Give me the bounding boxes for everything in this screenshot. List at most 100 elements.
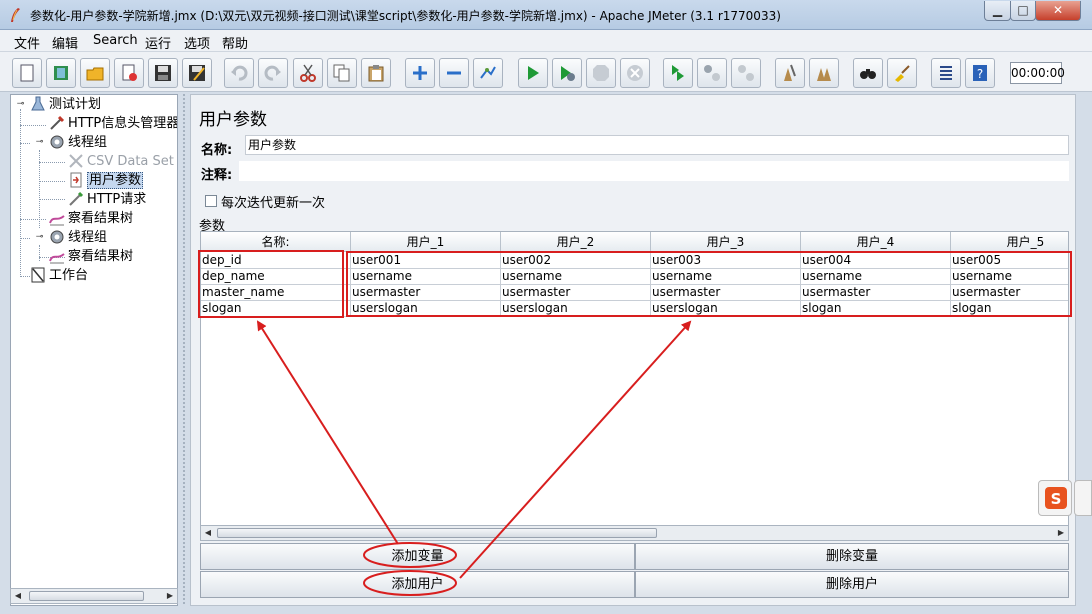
start-no-pause-button[interactable] — [552, 58, 582, 88]
scroll-left-arrow-icon[interactable]: ◀ — [201, 526, 215, 540]
table-cell[interactable]: username — [651, 269, 801, 285]
column-header-user-2[interactable]: 用户_2 — [501, 232, 651, 252]
clear-all-button[interactable] — [809, 58, 839, 88]
delete-variable-button[interactable]: 删除变量 — [635, 543, 1069, 570]
tree-toggle-thread-group-1[interactable]: ⊸ — [35, 138, 44, 148]
close-file-button[interactable] — [114, 58, 144, 88]
paste-button[interactable] — [361, 58, 391, 88]
delete-user-button[interactable]: 删除用户 — [635, 571, 1069, 598]
table-cell[interactable]: usermaster — [951, 285, 1068, 301]
redo-button[interactable] — [258, 58, 288, 88]
help-button[interactable]: ? — [965, 58, 995, 88]
table-cell[interactable]: slogan — [951, 301, 1068, 317]
table-horizontal-scrollbar[interactable]: ◀ ▶ — [200, 525, 1069, 541]
tree-toggle-test-plan[interactable]: ⊸ — [16, 100, 25, 110]
table-cell[interactable]: user001 — [351, 253, 501, 269]
svg-text:?: ? — [977, 67, 983, 81]
tree-node-result-tree-2[interactable]: 察看结果树 — [49, 248, 133, 266]
expand-all-button[interactable] — [405, 58, 435, 88]
tree-horizontal-scrollbar[interactable]: ◀ ▶ — [10, 588, 178, 604]
table-cell[interactable]: username — [351, 269, 501, 285]
shutdown-button[interactable] — [620, 58, 650, 88]
parameters-table[interactable]: 名称: 用户_1 用户_2 用户_3 用户_4 用户_5 dep_id user… — [200, 231, 1069, 541]
table-cell[interactable]: usermaster — [651, 285, 801, 301]
table-cell[interactable]: username — [501, 269, 651, 285]
toggle-button[interactable] — [473, 58, 503, 88]
tree-node-header-manager[interactable]: HTTP信息头管理器 — [49, 115, 177, 133]
tree-node-test-plan[interactable]: 测试计划 — [30, 96, 101, 114]
remote-stop-button[interactable] — [697, 58, 727, 88]
ime-widget[interactable]: S — [1038, 480, 1072, 516]
table-cell[interactable]: slogan — [801, 301, 951, 317]
add-user-button[interactable]: 添加用户 — [200, 571, 635, 598]
maximize-button[interactable]: □ — [1010, 1, 1036, 21]
menu-search[interactable]: Search — [93, 33, 138, 48]
column-header-user-1[interactable]: 用户_1 — [351, 232, 501, 252]
save-button[interactable] — [148, 58, 178, 88]
table-cell[interactable]: user004 — [801, 253, 951, 269]
column-header-user-4[interactable]: 用户_4 — [801, 232, 951, 252]
tree-toggle-thread-group-2[interactable]: ⊸ — [35, 233, 44, 243]
menu-run[interactable]: 运行 — [145, 33, 171, 52]
reset-search-button[interactable] — [887, 58, 917, 88]
start-button[interactable] — [518, 58, 548, 88]
panel-splitter[interactable] — [180, 94, 188, 606]
cut-button[interactable] — [293, 58, 323, 88]
table-cell[interactable]: master_name — [201, 285, 351, 301]
tree-scroll-thumb[interactable] — [29, 591, 144, 601]
function-helper-button[interactable] — [931, 58, 961, 88]
update-once-per-iteration-checkbox[interactable] — [205, 195, 217, 207]
table-cell[interactable]: user005 — [951, 253, 1068, 269]
collapse-all-button[interactable] — [439, 58, 469, 88]
menu-help[interactable]: 帮助 — [222, 33, 248, 52]
table-cell[interactable]: username — [801, 269, 951, 285]
tree-node-http-request[interactable]: HTTP请求 — [68, 191, 146, 209]
name-field[interactable]: 用户参数 — [245, 135, 1069, 155]
table-cell[interactable]: userslogan — [651, 301, 801, 317]
add-variable-button[interactable]: 添加变量 — [200, 543, 635, 570]
search-button[interactable] — [853, 58, 883, 88]
tree-node-thread-group-1[interactable]: 线程组 — [49, 134, 107, 152]
table-cell[interactable]: dep_id — [201, 253, 351, 269]
tree-node-user-params[interactable]: 用户参数 — [68, 172, 144, 190]
tree-node-thread-group-2[interactable]: 线程组 — [49, 229, 107, 247]
table-cell[interactable]: slogan — [201, 301, 351, 317]
stop-button[interactable] — [586, 58, 616, 88]
table-cell[interactable]: userslogan — [501, 301, 651, 317]
csv-icon — [69, 153, 83, 168]
scroll-right-arrow-icon[interactable]: ▶ — [1054, 526, 1068, 540]
remote-shutdown-button[interactable] — [731, 58, 761, 88]
table-cell[interactable]: user002 — [501, 253, 651, 269]
remote-start-button[interactable] — [663, 58, 693, 88]
menu-edit[interactable]: 编辑 — [52, 33, 78, 52]
tree-node-result-tree-1[interactable]: 察看结果树 — [49, 210, 133, 228]
menu-file[interactable]: 文件 — [14, 33, 40, 52]
open-button[interactable] — [80, 58, 110, 88]
table-cell[interactable]: user003 — [651, 253, 801, 269]
column-header-user-3[interactable]: 用户_3 — [651, 232, 801, 252]
table-cell[interactable]: usermaster — [501, 285, 651, 301]
table-cell[interactable]: username — [951, 269, 1068, 285]
table-cell[interactable]: usermaster — [801, 285, 951, 301]
close-window-button[interactable]: ✕ — [1035, 1, 1081, 21]
column-header-name[interactable]: 名称: — [201, 232, 351, 252]
table-cell[interactable]: dep_name — [201, 269, 351, 285]
menu-options[interactable]: 选项 — [184, 33, 210, 52]
tree-node-workbench[interactable]: 工作台 — [30, 267, 88, 285]
copy-button[interactable] — [327, 58, 357, 88]
table-cell[interactable]: userslogan — [351, 301, 501, 317]
table-cell[interactable]: usermaster — [351, 285, 501, 301]
tree-node-csv-data-set[interactable]: CSV Data Set Config — [68, 153, 177, 171]
scroll-right-arrow-icon[interactable]: ▶ — [163, 589, 177, 603]
new-button[interactable] — [12, 58, 42, 88]
undo-button[interactable] — [224, 58, 254, 88]
column-header-user-5[interactable]: 用户_5 — [951, 232, 1068, 252]
scroll-left-arrow-icon[interactable]: ◀ — [11, 589, 25, 603]
clear-button[interactable] — [775, 58, 805, 88]
minimize-button[interactable]: ▁ — [984, 1, 1011, 21]
table-scroll-thumb[interactable] — [217, 528, 657, 538]
templates-button[interactable] — [46, 58, 76, 88]
save-as-button[interactable] — [182, 58, 212, 88]
test-plan-tree[interactable]: ⊸ ⊸ ⊸ 测试计划 HTTP信息头管理器 线程组 CSV Data Set C… — [10, 94, 178, 606]
comment-field[interactable] — [239, 161, 1069, 181]
